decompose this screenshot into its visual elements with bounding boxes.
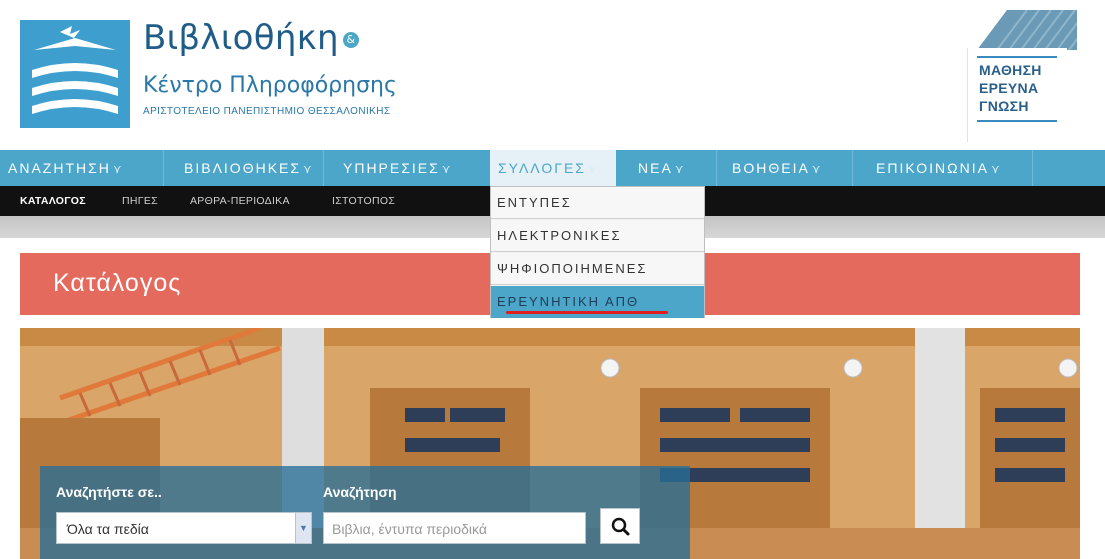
- nav-item-contact[interactable]: ΕΠΙΚΟΙΝΩΝΙΑ ⋎: [876, 150, 1002, 186]
- dropdown-item-printed[interactable]: ΕΝΤΥΠΕΣ: [491, 187, 704, 219]
- nav-item-search[interactable]: ΑΝΑΖΗΤΗΣΗ ⋎: [8, 150, 124, 186]
- brand-title-text: Βιβλιοθήκη: [143, 18, 339, 58]
- search-scope-value: Όλα τα πεδία: [67, 521, 149, 537]
- search-input[interactable]: Βιβλια, έντυπα περιοδικά: [323, 512, 586, 544]
- nav-item-services[interactable]: ΥΠΗΡΕΣΙΕΣ ⋎: [343, 150, 453, 186]
- search-query-label: Αναζήτηση: [323, 484, 397, 500]
- search-button[interactable]: [600, 508, 640, 544]
- stripes-decoration-icon: [977, 10, 1077, 50]
- brand-badge-icon: &: [342, 31, 359, 48]
- nav-item-label: ΑΝΑΖΗΤΗΣΗ: [8, 160, 111, 176]
- dropdown-item-digitized[interactable]: ΨΗΦΙΟΠΟΙΗΜΕΝΕΣ: [491, 253, 704, 285]
- university-name: ΑΡΙΣΤΟΤΕΛΕΙΟ ΠΑΝΕΠΙΣΤΗΜΙΟ ΘΕΣΣΑΛΟΝΙΚΗΣ: [143, 106, 391, 117]
- nav-item-news[interactable]: ΝΕΑ ⋎: [638, 150, 686, 186]
- brand-title[interactable]: Βιβλιοθήκη &: [143, 18, 359, 58]
- subnav-item-catalog[interactable]: ΚΑΤΑΛΟΓΟΣ: [20, 186, 86, 216]
- nav-item-help[interactable]: ΒΟΗΘΕΙΑ ⋎: [732, 150, 823, 186]
- main-nav: ΑΝΑΖΗΤΗΣΗ ⋎ ΒΙΒΛΙΟΘΗΚΕΣ ⋎ ΥΠΗΡΕΣΙΕΣ ⋎ ΣΥΛΛΟ…: [0, 150, 1105, 186]
- chevron-down-icon: ⋎: [441, 162, 453, 176]
- nav-item-label: ΣΥΛΛΟΓΕΣ: [498, 160, 586, 176]
- brand-subtitle: Κέντρο Πληροφόρησης: [143, 73, 397, 98]
- nav-divider: [1032, 150, 1033, 186]
- nav-item-label: ΕΠΙΚΟΙΝΩΝΙΑ: [876, 160, 989, 176]
- search-input-placeholder: Βιβλια, έντυπα περιοδικά: [332, 521, 487, 537]
- chevron-down-icon: ⋎: [112, 162, 124, 176]
- chevron-down-icon: ⋎: [990, 162, 1002, 176]
- dropdown-item-electronic[interactable]: ΗΛΕΚΤΡΟΝΙΚΕΣ: [491, 220, 704, 252]
- subnav-item-articles-journals[interactable]: ΑΡΘΡΑ-ΠΕΡΙΟΔΙΚΑ: [190, 186, 290, 216]
- nav-item-label: ΥΠΗΡΕΣΙΕΣ: [343, 160, 440, 176]
- tagline-rule-bottom: [977, 120, 1057, 122]
- nav-divider: [716, 150, 717, 186]
- nav-item-label: ΒΙΒΛΙΟΘΗΚΕΣ: [184, 160, 302, 176]
- subnav-item-website[interactable]: ΙΣΤΟΤΟΠΟΣ: [332, 186, 395, 216]
- chevron-down-icon: ⋎: [674, 162, 686, 176]
- subnav-item-sources[interactable]: ΠΗΓΕΣ: [122, 186, 158, 216]
- chevron-down-icon: ⋎: [811, 162, 823, 176]
- tagline-research: ΕΡΕΥΝΑ: [979, 80, 1039, 96]
- collections-dropdown-menu: ΕΝΤΥΠΕΣ ΗΛΕΚΤΡΟΝΙΚΕΣ ΨΗΦΙΟΠΟΙΗΜΕΝΕΣ ΕΡΕΥ…: [490, 186, 705, 318]
- search-scope-select[interactable]: Όλα τα πεδία ▼: [56, 512, 312, 544]
- search-icon: [611, 517, 630, 536]
- search-scope-label: Αναζητήστε σε..: [56, 484, 162, 500]
- search-panel: Αναζητήστε σε.. Αναζήτηση Όλα τα πεδία ▼…: [40, 466, 690, 559]
- library-logo-icon[interactable]: [20, 20, 130, 128]
- nav-divider: [323, 150, 324, 186]
- nav-divider: [852, 150, 853, 186]
- nav-divider: [163, 150, 164, 186]
- nav-item-libraries[interactable]: ΒΙΒΛΙΟΘΗΚΕΣ ⋎: [184, 150, 314, 186]
- nav-item-label: ΝΕΑ: [638, 160, 673, 176]
- site-header: Βιβλιοθήκη & Κέντρο Πληροφόρησης ΑΡΙΣΤΟΤΕ…: [0, 0, 1105, 150]
- nav-item-label: ΒΟΗΘΕΙΑ: [732, 160, 810, 176]
- tagline-rule-top: [977, 56, 1057, 58]
- chevron-down-icon[interactable]: ▼: [295, 513, 311, 543]
- tagline-knowledge: ΓΝΩΣΗ: [979, 98, 1029, 114]
- chevron-down-icon: ⋎: [587, 162, 599, 176]
- nav-item-collections[interactable]: ΣΥΛΛΟΓΕΣ ⋎: [490, 150, 616, 186]
- tagline-block: ΜΑΘΗΣΗ ΕΡΕΥΝΑ ΓΝΩΣΗ: [957, 10, 1077, 142]
- tagline-learning: ΜΑΘΗΣΗ: [979, 62, 1042, 78]
- page-title: Κατάλογος: [53, 269, 182, 297]
- highlight-underline: [506, 311, 668, 314]
- chevron-down-icon: ⋎: [303, 162, 314, 176]
